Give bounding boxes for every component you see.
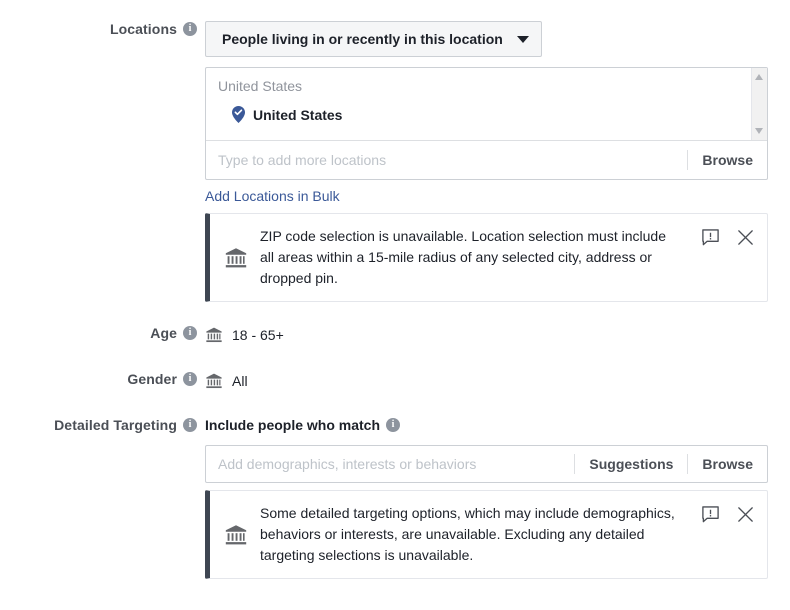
detailed-targeting-input-row: Suggestions Browse	[205, 445, 768, 483]
locations-input-row: Browse	[206, 140, 767, 179]
feedback-bubble-icon[interactable]	[701, 505, 720, 524]
location-type-dropdown[interactable]: People living in or recently in this loc…	[205, 21, 542, 57]
age-field: 18 - 65+	[205, 325, 790, 345]
bank-icon	[206, 373, 222, 389]
gender-label: Gender	[127, 371, 177, 387]
include-people-who-match-label: Include people who match	[205, 417, 381, 433]
add-locations-in-bulk-link[interactable]: Add Locations in Bulk	[205, 188, 340, 204]
detailed-targeting-browse-button[interactable]: Browse	[688, 456, 767, 472]
locations-scrollbar[interactable]	[751, 68, 767, 140]
selected-locations-list-wrap: United States United States	[206, 68, 767, 140]
gender-section: Gender All	[0, 371, 790, 391]
locations-notice-banner: ZIP code selection is unavailable. Locat…	[205, 213, 768, 302]
bank-icon	[225, 247, 247, 267]
gender-field: All	[205, 371, 790, 391]
location-group-title: United States	[218, 78, 303, 94]
locations-field: People living in or recently in this loc…	[205, 21, 790, 302]
locations-label: Locations	[109, 21, 177, 37]
notice-message: ZIP code selection is unavailable. Locat…	[260, 228, 666, 286]
age-value-row[interactable]: 18 - 65+	[205, 325, 790, 345]
close-icon[interactable]	[736, 505, 755, 524]
list-item-label: United States	[253, 106, 343, 123]
close-icon[interactable]	[736, 228, 755, 247]
locations-panel: United States United States Type to add …	[205, 67, 768, 180]
feedback-bubble-icon[interactable]	[701, 228, 720, 247]
location-type-dropdown-value: People living in or recently in this loc…	[222, 31, 503, 47]
selected-locations-list: United States United States	[206, 68, 751, 140]
locations-label-group: Locations	[0, 21, 205, 37]
bank-icon	[225, 524, 247, 544]
gender-label-group: Gender	[0, 371, 205, 387]
bank-icon	[206, 327, 222, 343]
list-item[interactable]: United States	[218, 106, 751, 123]
info-icon[interactable]	[183, 326, 197, 340]
age-section: Age 18 - 65+	[0, 325, 790, 345]
locations-browse-button[interactable]: Browse	[688, 152, 767, 168]
notice-actions	[701, 226, 755, 247]
gender-value-row[interactable]: All	[205, 371, 790, 391]
detailed-targeting-section: Detailed Targeting Include people who ma…	[0, 417, 790, 579]
map-pin-check-icon	[232, 106, 245, 123]
info-icon[interactable]	[183, 372, 197, 386]
detailed-targeting-field: Include people who match Suggestions Bro…	[205, 417, 790, 579]
ad-targeting-form: Locations People living in or recently i…	[0, 0, 790, 610]
age-label-group: Age	[0, 325, 205, 341]
detailed-targeting-notice-banner: Some detailed targeting options, which m…	[205, 490, 768, 579]
age-label: Age	[150, 325, 177, 341]
detailed-targeting-label: Detailed Targeting	[54, 417, 177, 433]
locations-section: Locations People living in or recently i…	[0, 21, 790, 302]
info-icon[interactable]	[183, 418, 197, 432]
notice-message: Some detailed targeting options, which m…	[260, 505, 675, 563]
scroll-down-arrow-icon[interactable]	[755, 128, 763, 134]
scroll-up-arrow-icon[interactable]	[755, 74, 763, 80]
locations-search-input[interactable]	[218, 152, 688, 168]
notice-actions	[701, 503, 755, 524]
suggestions-button[interactable]: Suggestions	[575, 456, 687, 472]
age-value: 18 - 65+	[232, 327, 284, 343]
detailed-targeting-search-input[interactable]	[218, 456, 575, 472]
info-icon[interactable]	[183, 22, 197, 36]
chevron-down-icon	[516, 35, 529, 43]
info-icon[interactable]	[386, 418, 401, 432]
gender-value: All	[232, 373, 248, 389]
include-people-who-match-heading: Include people who match	[205, 417, 790, 433]
detailed-targeting-label-group: Detailed Targeting	[0, 417, 205, 433]
